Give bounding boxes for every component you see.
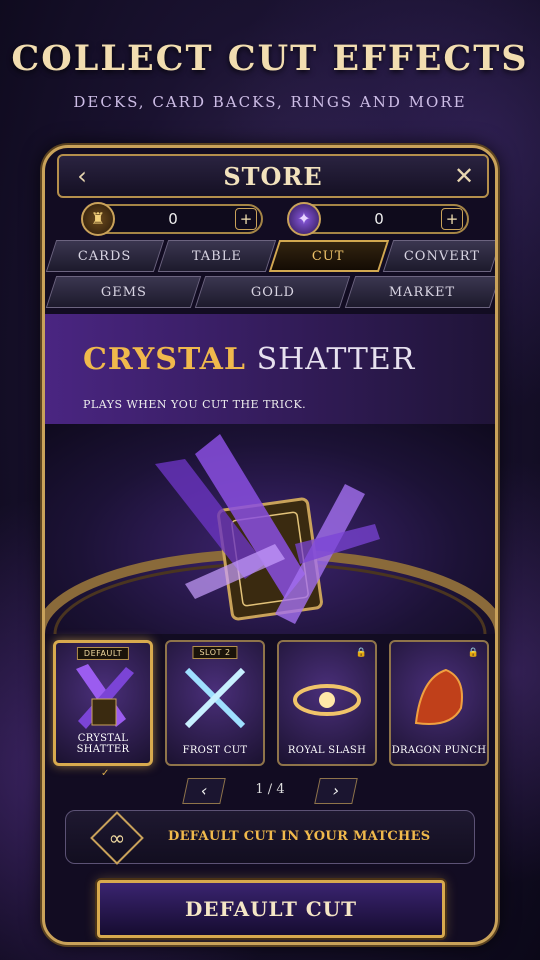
thumb-frost-cut[interactable]: SLOT 2 FROST CUT [165,640,265,766]
effect-description: PLAYS WHEN YOU CUT THE TRICK. [83,398,307,411]
effect-title-bold: CRYSTAL [83,342,247,377]
store-panel: ‹ STORE ✕ ♜ 0 + ✦ 0 + CARDS TABLE CUT CO… [42,145,498,945]
tab-row-1: CARDS TABLE CUT CONVERT [45,240,495,272]
royal-slash-icon [293,684,361,716]
effect-title-rest: SHATTER [256,342,416,377]
thumb-dragon-punch[interactable]: 🔒 DRAGON PUNCH [389,640,489,766]
tab-label: GOLD [250,284,296,300]
tab-label: GEMS [100,284,147,300]
store-header: ‹ STORE ✕ [57,154,489,198]
thumb-label: CRYSTAL SHATTER [76,733,130,755]
crystal-shatter-icon [76,664,134,729]
effect-hero-banner: CRYSTAL SHATTER PLAYS WHEN YOU CUT THE T… [45,314,495,424]
thumb-royal-slash[interactable]: 🔒 ROYAL SLASH [277,640,377,766]
tab-table[interactable]: TABLE [157,240,276,272]
add-gold-button[interactable]: + [235,208,257,230]
purple-gem-icon: ✦ [287,202,321,236]
tab-label: CARDS [78,248,132,264]
infinity-icon: ∞ [90,811,144,865]
gold-amount: 0 [168,210,178,228]
effect-preview-image [45,424,495,634]
tab-label: TABLE [191,248,242,264]
tab-gold[interactable]: GOLD [195,276,351,308]
next-page-button[interactable]: › [314,778,358,804]
gem-amount: 0 [374,210,384,228]
tab-row-2: GEMS GOLD MARKET [45,276,495,308]
promo-headline: COLLECT CUT EFFECTS [11,38,529,79]
effect-thumbnail-list: DEFAULT CRYSTAL SHATTER SLOT 2 FROST CUT… [53,640,493,766]
store-title: STORE [223,162,323,191]
default-cut-button[interactable]: DEFAULT CUT [97,880,445,938]
add-gem-button[interactable]: + [441,208,463,230]
tab-gems[interactable]: GEMS [45,276,202,308]
tab-convert[interactable]: CONVERT [382,240,495,272]
lock-icon: 🔒 [355,648,367,658]
default-info-banner: ∞ DEFAULT CUT IN YOUR MATCHES [65,810,475,865]
promo-subline: DECKS, CARD BACKS, RINGS AND MORE [73,93,467,111]
thumb-crystal-shatter[interactable]: DEFAULT CRYSTAL SHATTER [53,640,153,766]
thumb-label: ROYAL SLASH [287,745,367,756]
info-text: DEFAULT CUT IN YOUR MATCHES [168,829,431,844]
close-icon[interactable]: ✕ [449,162,479,192]
selected-check-icon: ✓ [101,768,110,779]
lock-icon: 🔒 [467,648,479,658]
tab-cut[interactable]: CUT [268,240,389,272]
tab-market[interactable]: MARKET [344,276,495,308]
effect-title: CRYSTAL SHATTER [83,342,415,377]
thumb-label: FROST CUT [182,745,248,756]
tab-label: CONVERT [403,248,480,264]
frost-cut-icon [184,667,246,729]
tab-label: MARKET [389,284,456,300]
gold-currency: ♜ 0 + [81,202,263,236]
gold-coin-icon: ♜ [81,202,115,236]
pagination: ‹ 1 / 4 › [182,778,358,806]
tab-label: CUT [312,248,346,264]
crystal-shatter-illustration [45,434,495,634]
tab-cards[interactable]: CARDS [45,240,164,272]
gem-currency: ✦ 0 + [287,202,469,236]
dragon-punch-icon [414,668,463,725]
thumb-label: DRAGON PUNCH [391,745,487,756]
